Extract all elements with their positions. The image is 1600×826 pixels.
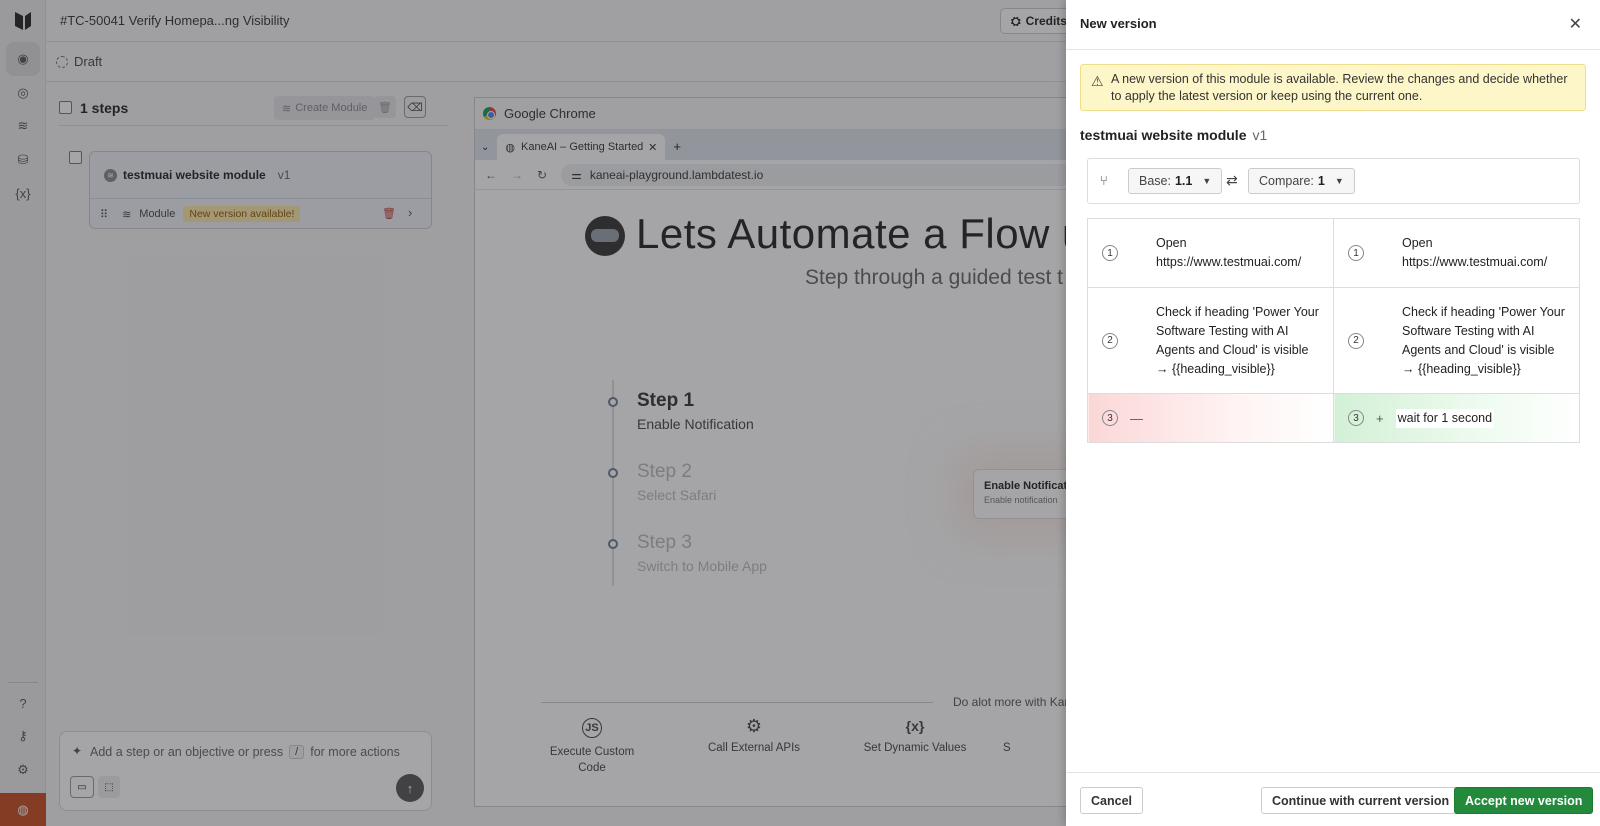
drawer-title: New version bbox=[1080, 16, 1157, 31]
module-name: testmuai website module bbox=[1080, 127, 1247, 143]
step-text: Open https://www.testmuai.com/ bbox=[1156, 236, 1302, 269]
step-text: Open https://www.testmuai.com/ bbox=[1402, 236, 1548, 269]
accept-new-version-button[interactable]: Accept new version bbox=[1454, 787, 1594, 814]
diff-row: 3 — 3 + wait for 1 second bbox=[1087, 393, 1580, 443]
base-version-select[interactable]: Base: 1.1 ▼ bbox=[1128, 168, 1223, 194]
compare-version-select[interactable]: Compare: 1 ▼ bbox=[1248, 168, 1355, 194]
swap-icon[interactable]: ⇄ bbox=[1226, 172, 1238, 189]
cancel-button[interactable]: Cancel bbox=[1080, 787, 1143, 814]
close-icon[interactable]: ✕ bbox=[1569, 14, 1582, 34]
step-text: Check if heading 'Power Your Software Te… bbox=[1156, 304, 1319, 376]
drawer-header: New version ✕ bbox=[1066, 0, 1600, 50]
diff-added-cell: 3 + wait for 1 second bbox=[1333, 393, 1580, 443]
base-value: 1.1 bbox=[1174, 174, 1193, 188]
step-number: 3 bbox=[1348, 410, 1364, 426]
compare-value: 1 bbox=[1317, 174, 1325, 188]
caret-down-icon: ▼ bbox=[1202, 176, 1212, 186]
step-number: 1 bbox=[1102, 245, 1118, 261]
diff-removed-cell: 3 — bbox=[1087, 393, 1334, 443]
plus-icon: + bbox=[1376, 410, 1384, 426]
step-number: 2 bbox=[1102, 332, 1118, 349]
step-text: wait for 1 second bbox=[1395, 408, 1495, 428]
git-compare-icon: ⑂ bbox=[1100, 173, 1108, 188]
diff-base-cell: 1 Open https://www.testmuai.com/ bbox=[1087, 218, 1334, 288]
minus-icon: — bbox=[1130, 410, 1143, 426]
module-heading: testmuai website module v1 bbox=[1080, 127, 1267, 143]
continue-current-button[interactable]: Continue with current version bbox=[1261, 787, 1461, 814]
diff-compare-cell: 1 Open https://www.testmuai.com/ bbox=[1333, 218, 1580, 288]
base-label: Base: bbox=[1139, 174, 1171, 188]
version-compare-bar: ⑂ Base: 1.1 ▼ ⇄ Compare: 1 ▼ bbox=[1087, 158, 1580, 204]
new-version-drawer: New version ✕ ⚠ A new version of this mo… bbox=[1066, 0, 1600, 826]
diff-base-cell: 2 Check if heading 'Power Your Software … bbox=[1087, 287, 1334, 394]
caret-down-icon: ▼ bbox=[1334, 176, 1344, 186]
new-version-alert: ⚠ A new version of this module is availa… bbox=[1080, 64, 1586, 111]
step-number: 1 bbox=[1348, 245, 1364, 261]
step-number: 2 bbox=[1348, 332, 1364, 349]
warning-icon: ⚠ bbox=[1091, 73, 1104, 89]
step-text: Check if heading 'Power Your Software Te… bbox=[1402, 304, 1565, 376]
drawer-footer: Cancel Continue with current version Acc… bbox=[1066, 772, 1600, 826]
diff-row: 2 Check if heading 'Power Your Software … bbox=[1087, 287, 1580, 394]
diff-row: 1 Open https://www.testmuai.com/ 1 Open … bbox=[1087, 218, 1580, 288]
alert-text: A new version of this module is availabl… bbox=[1111, 72, 1568, 103]
compare-label: Compare: bbox=[1259, 174, 1314, 188]
version-diff-table: 1 Open https://www.testmuai.com/ 1 Open … bbox=[1087, 218, 1580, 443]
step-number: 3 bbox=[1102, 410, 1118, 426]
module-version: v1 bbox=[1252, 127, 1268, 143]
diff-compare-cell: 2 Check if heading 'Power Your Software … bbox=[1333, 287, 1580, 394]
